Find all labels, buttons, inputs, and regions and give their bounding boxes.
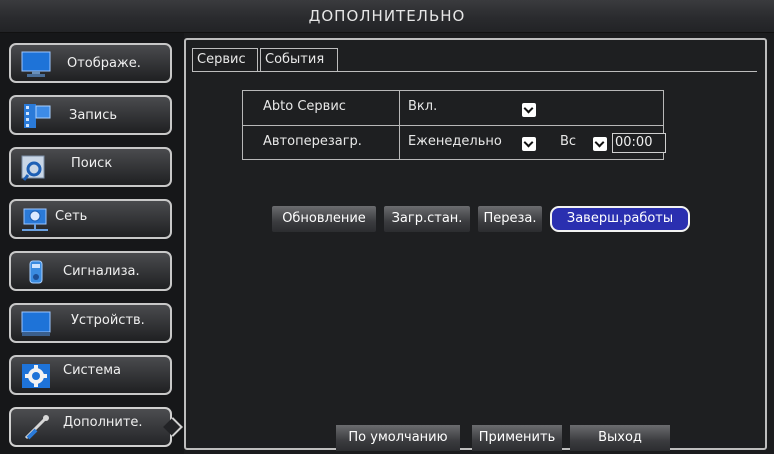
auto-reboot-day-dropdown-icon[interactable] bbox=[593, 137, 607, 151]
sidebar-item-device[interactable]: Устройств. bbox=[9, 303, 172, 343]
sidebar-item-label: Поиск bbox=[71, 156, 113, 171]
sidebar-item-advanced[interactable]: Дополните. bbox=[9, 407, 183, 447]
sidebar-item-system[interactable]: Система bbox=[9, 355, 172, 395]
gear-icon bbox=[22, 364, 50, 388]
sidebar-item-display[interactable]: Отображе. bbox=[9, 43, 172, 83]
auto-reboot-row: Автоперезагр. Еженедельно Вс 00:00 bbox=[243, 125, 666, 160]
wrench-icon bbox=[24, 415, 49, 440]
auto-service-row: Abto Сервис Вкл. bbox=[243, 91, 663, 125]
update-button[interactable]: Обновление bbox=[272, 206, 376, 232]
sidebar-item-label: Сигнализа. bbox=[63, 264, 140, 279]
network-icon bbox=[22, 208, 48, 231]
sidebar-item-label: Дополните. bbox=[63, 415, 143, 430]
exit-button[interactable]: Выход bbox=[570, 425, 670, 451]
auto-service-dropdown-icon[interactable] bbox=[522, 103, 536, 117]
auto-service-value[interactable]: Вкл. bbox=[408, 99, 437, 114]
service-settings-table: Abto Сервис Вкл. Автоперезагр. Еженедель… bbox=[242, 90, 666, 160]
auto-reboot-day-value[interactable]: Вс bbox=[560, 134, 576, 149]
tab-events[interactable]: События bbox=[260, 48, 338, 72]
magnifier-icon bbox=[21, 155, 45, 181]
sidebar-item-search[interactable]: Поиск bbox=[9, 147, 172, 187]
sidebar: Отображе. Запись Поиск Сеть Сигнализа. У… bbox=[0, 33, 184, 454]
sidebar-item-label: Устройств. bbox=[71, 313, 145, 328]
default-button[interactable]: По умолчанию bbox=[336, 425, 460, 451]
restart-button[interactable]: Переза. bbox=[478, 206, 542, 232]
main-panel: Сервис События Abto Сервис Вкл. Автопере… bbox=[184, 38, 767, 451]
monitor-icon bbox=[21, 51, 51, 77]
sidebar-item-label: Отображе. bbox=[67, 56, 141, 71]
sidebar-item-label: Система bbox=[63, 363, 122, 378]
film-icon bbox=[24, 104, 51, 128]
tab-divider bbox=[192, 71, 757, 72]
auto-reboot-period-dropdown-icon[interactable] bbox=[522, 137, 536, 151]
auto-service-label: Abto Сервис bbox=[263, 99, 346, 114]
alarm-icon bbox=[29, 260, 43, 284]
auto-reboot-period-value[interactable]: Еженедельно bbox=[408, 134, 522, 149]
auto-reboot-time-field[interactable]: 00:00 bbox=[612, 133, 666, 153]
sidebar-item-label: Запись bbox=[69, 108, 118, 123]
apply-button[interactable]: Применить bbox=[472, 425, 562, 451]
sidebar-item-record[interactable]: Запись bbox=[9, 95, 172, 135]
active-indicator-icon bbox=[163, 417, 183, 437]
sidebar-item-network[interactable]: Сеть bbox=[9, 199, 172, 239]
shutdown-button[interactable]: Заверш.работы bbox=[550, 206, 690, 232]
sidebar-item-alarm[interactable]: Сигнализа. bbox=[9, 251, 172, 291]
auto-reboot-label: Автоперезагр. bbox=[263, 134, 362, 149]
sidebar-item-label: Сеть bbox=[55, 209, 88, 224]
tab-service[interactable]: Сервис bbox=[192, 48, 258, 72]
load-defaults-button[interactable]: Загр.стан. bbox=[384, 206, 470, 232]
device-icon bbox=[21, 311, 51, 336]
window-title: ДОПОЛНИТЕЛЬНО bbox=[0, 0, 774, 33]
